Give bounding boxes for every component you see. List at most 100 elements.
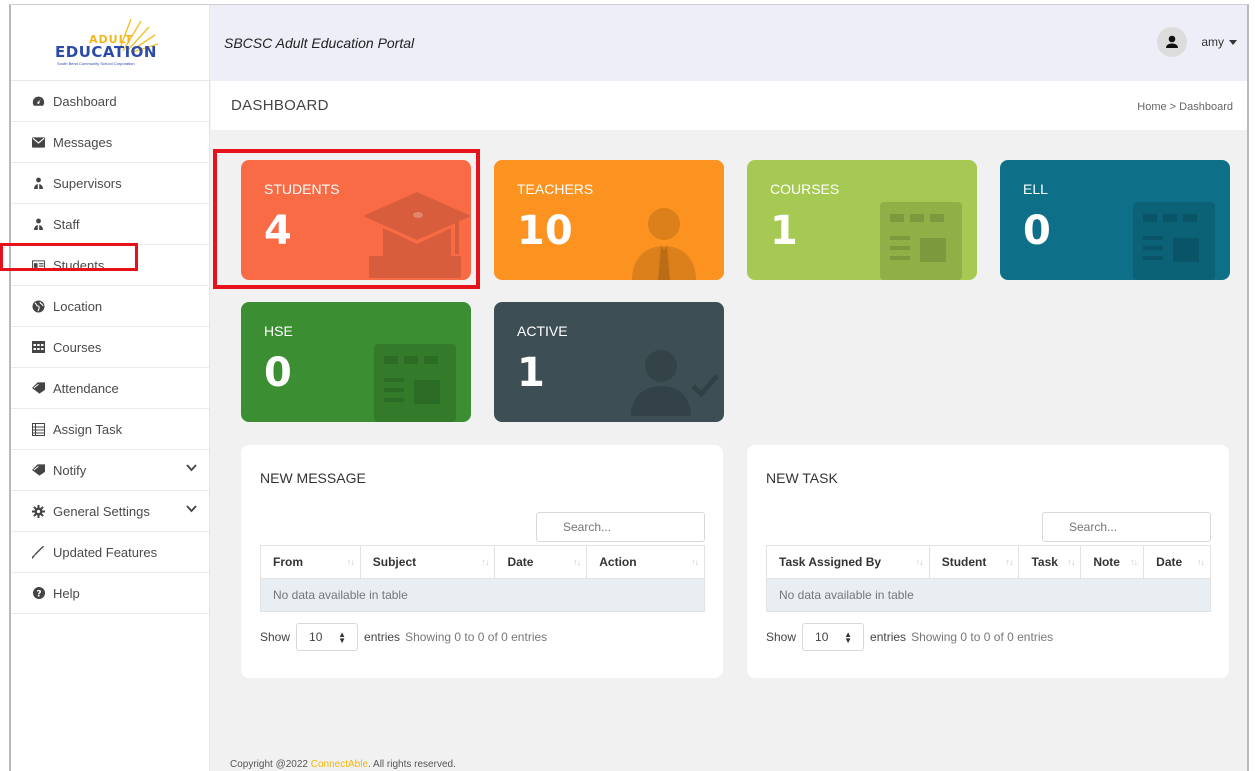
column-header-subject[interactable]: Subject ↑↓	[359, 545, 496, 579]
column-header-task-assigned-by[interactable]: Task Assigned By ↑↓	[766, 545, 930, 579]
entries-length-value: 10	[309, 630, 323, 644]
new-task-panel: NEW TASK Task Assigned By↑↓ Student↑↓ Ta…	[747, 445, 1229, 678]
stat-label: TEACHERS	[517, 181, 594, 197]
sidebar-item-staff[interactable]: Staff	[11, 204, 209, 245]
column-header-student[interactable]: Student ↑↓	[928, 545, 1020, 579]
stat-value: 1	[517, 350, 545, 396]
sidebar-item-label: Assign Task	[53, 421, 123, 437]
empty-table-message: No data available in table	[766, 578, 1211, 612]
users-icon	[32, 177, 45, 190]
sidebar-item-label: Supervisors	[53, 175, 122, 191]
brand-link[interactable]: ConnectAble	[311, 759, 368, 770]
calendar-icon	[374, 344, 456, 422]
page-header: DASHBOARD Home > Dashboard	[211, 81, 1247, 130]
column-header-from[interactable]: From ↑↓	[260, 545, 361, 579]
table-row: No data available in table	[260, 578, 705, 612]
sidebar-item-label: Location	[53, 298, 103, 314]
chevron-down-icon[interactable]	[186, 464, 197, 472]
entries-length-select[interactable]: 10 ▲ ▼	[802, 623, 865, 651]
sidebar-item-label: Attendance	[53, 380, 119, 396]
breadcrumb-home[interactable]: Home	[1137, 101, 1166, 113]
stat-card-teachers[interactable]: TEACHERS 10	[494, 160, 724, 280]
app-window: ADULT EDUCATION South Bend Community Sch…	[9, 4, 1249, 771]
sidebar-item-label: Help	[53, 585, 80, 601]
stat-value: 0	[1023, 208, 1051, 254]
caret-down-icon[interactable]	[1229, 39, 1237, 45]
stat-label: ELL	[1023, 181, 1048, 197]
sidebar-item-attendance[interactable]: Attendance	[11, 368, 209, 409]
entries-length-select[interactable]: 10 ▲ ▼	[296, 623, 359, 651]
sidebar-item-label: Notify	[53, 462, 87, 478]
column-header-action[interactable]: Action ↑↓	[586, 545, 705, 579]
user-icon	[1166, 35, 1179, 48]
sidebar-item-assign-task[interactable]: Assign Task	[11, 409, 209, 450]
avatar[interactable]	[1157, 27, 1188, 57]
pen-icon	[32, 545, 45, 559]
copyright-text: Copyright @2022	[230, 759, 311, 770]
sort-icon: ↑↓	[1197, 557, 1205, 567]
column-header-date[interactable]: Date ↑↓	[1143, 545, 1211, 579]
stat-card-courses[interactable]: COURSES 1	[747, 160, 977, 280]
app-title: SBCSC Adult Education Portal	[224, 35, 415, 51]
sidebar-item-label: General Settings	[53, 503, 150, 519]
panel-title: NEW TASK	[766, 470, 838, 486]
stat-card-ell[interactable]: ELL 0	[1000, 160, 1230, 280]
entries-label: entries	[364, 630, 401, 644]
sidebar-item-label: Messages	[53, 134, 113, 150]
new-message-panel: NEW MESSAGE From↑↓ Subject↑↓ Date↑↓ Acti…	[241, 445, 723, 678]
column-header-date[interactable]: Date ↑↓	[494, 545, 588, 579]
messages-table: From ↑↓ Subject ↑↓ Date ↑↓ Action ↑↓ No data…	[260, 545, 705, 612]
sidebar-item-label: Updated Features	[53, 544, 158, 560]
gear-icon	[32, 504, 45, 518]
sidebar-item-notify[interactable]: Notify	[11, 450, 209, 491]
logo-word-education: EDUCATION	[55, 42, 157, 61]
task-search-input[interactable]	[1042, 512, 1211, 542]
sidebar-item-supervisors[interactable]: Supervisors	[11, 163, 209, 204]
table-row: No data available in table	[766, 578, 1211, 612]
select-arrows-icon: ▲ ▼	[844, 630, 853, 645]
sort-icon: ↑↓	[346, 557, 355, 567]
help-icon: ?	[32, 587, 45, 600]
calendar-icon	[32, 341, 45, 354]
stat-value: 0	[264, 350, 292, 396]
sort-icon: ↑↓	[573, 557, 581, 567]
sort-icon: ↑↓	[1130, 557, 1138, 567]
table-length-row: Show 10 ▲ ▼ entries Showing 0 to 0 of 0 e…	[260, 623, 547, 651]
sidebar-item-label: Staff	[53, 216, 80, 232]
sidebar-item-courses[interactable]: Courses	[11, 327, 209, 368]
breadcrumb: Home > Dashboard	[1137, 101, 1233, 113]
stat-label: HSE	[264, 323, 293, 339]
sidebar-item-location[interactable]: Location	[11, 286, 209, 327]
sidebar-item-label: Courses	[53, 339, 102, 355]
top-bar: SBCSC Adult Education Portal amy	[211, 5, 1247, 81]
logo[interactable]: ADULT EDUCATION South Bend Community Sch…	[11, 5, 209, 81]
calendar-icon	[880, 202, 962, 280]
column-header-task[interactable]: Task ↑↓	[1018, 545, 1082, 579]
list-icon	[32, 422, 45, 436]
sidebar-item-help[interactable]: ? Help	[11, 573, 209, 614]
envelope-icon	[32, 136, 45, 149]
globe-icon	[32, 300, 45, 313]
breadcrumb-separator: >	[1169, 101, 1177, 113]
sidebar-item-dashboard[interactable]: Dashboard	[11, 81, 209, 122]
column-header-note[interactable]: Note ↑↓	[1080, 545, 1145, 579]
copyright-suffix: . All rights reserved.	[368, 759, 456, 770]
select-arrows-icon: ▲ ▼	[338, 630, 347, 645]
calendar-icon	[1133, 202, 1215, 280]
page-title: DASHBOARD	[231, 97, 329, 114]
tag-icon	[32, 382, 45, 395]
sidebar-item-messages[interactable]: Messages	[11, 122, 209, 163]
message-search-input[interactable]	[536, 512, 705, 542]
user-name[interactable]: amy	[1201, 35, 1224, 49]
chevron-down-icon[interactable]	[186, 505, 197, 513]
sidebar-item-general-settings[interactable]: General Settings	[11, 491, 209, 532]
stat-card-hse[interactable]: HSE 0	[241, 302, 471, 422]
stat-card-active[interactable]: ACTIVE 1	[494, 302, 724, 422]
table-info: Showing 0 to 0 of 0 entries	[911, 630, 1054, 644]
tasks-table: Task Assigned By ↑↓ Student ↑↓ Task ↑↓ Note…	[766, 545, 1211, 612]
user-check-icon	[631, 350, 719, 416]
highlight-students-card	[213, 149, 480, 289]
dashboard-icon	[32, 95, 45, 108]
sidebar-item-updated-features[interactable]: Updated Features	[11, 532, 209, 573]
user-menu[interactable]: amy	[1157, 27, 1237, 57]
